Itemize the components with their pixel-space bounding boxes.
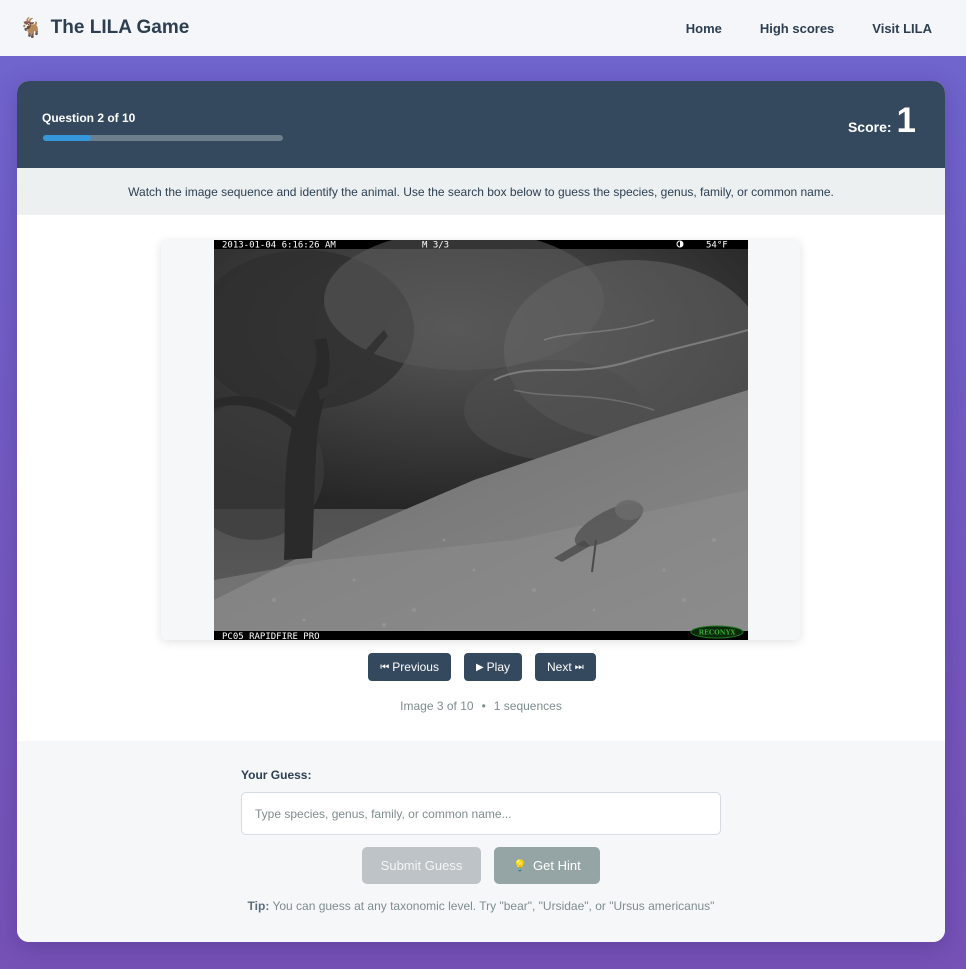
guess-buttons: Submit Guess 💡 Get Hint: [362, 847, 600, 884]
temperature-overlay: 54°F: [706, 241, 728, 251]
get-hint-button[interactable]: 💡 Get Hint: [494, 847, 600, 884]
instructions: Watch the image sequence and identify th…: [17, 168, 945, 215]
playback-controls: ⏮ Previous ▶ Play Next ⏭: [17, 653, 945, 681]
lightbulb-icon: 💡: [513, 860, 527, 872]
nav-link-home[interactable]: Home: [667, 21, 741, 36]
brand-title: The LILA Game: [50, 17, 190, 38]
meta-separator: •: [481, 699, 486, 713]
frame-overlay: M 3/3: [422, 241, 449, 251]
previous-label: Previous: [392, 660, 439, 674]
timestamp-overlay: 2013-01-04 6:16:26 AM: [222, 241, 336, 251]
score-value: 1: [896, 101, 916, 140]
score: Score: 1: [848, 103, 916, 138]
image-frame: 2013-01-04 6:16:26 AM M 3/3 54°F PC05 RA…: [161, 240, 800, 640]
guess-section: Your Guess: Submit Guess 💡 Get Hint Tip:…: [17, 741, 945, 942]
score-label: Score:: [847, 119, 892, 135]
play-label: Play: [486, 660, 511, 674]
previous-button[interactable]: ⏮ Previous: [368, 653, 451, 681]
skip-back-icon: ⏮: [380, 661, 390, 673]
game-header: Question 2 of 10 Score: 1: [17, 81, 945, 168]
guess-label: Your Guess:: [241, 768, 312, 782]
navbar: 🐐 The LILA Game Home High scores Visit L…: [0, 0, 966, 56]
reconyx-logo-text: RECONYX: [699, 629, 737, 637]
progress-fill: [43, 135, 91, 141]
guess-input[interactable]: [241, 792, 721, 835]
skip-forward-icon: ⏭: [574, 661, 584, 673]
reconyx-logo: RECONYX: [690, 625, 744, 639]
play-icon: ▶: [475, 661, 484, 673]
brand[interactable]: 🐐 The LILA Game: [19, 17, 189, 39]
play-button[interactable]: ▶ Play: [463, 653, 523, 681]
get-hint-label: Get Hint: [533, 858, 581, 873]
goat-icon: 🐐: [19, 17, 43, 39]
image-counter: Image 3 of 10: [400, 699, 474, 713]
nav-link-visit-lila[interactable]: Visit LILA: [853, 21, 932, 36]
image-viewer: 2013-01-04 6:16:26 AM M 3/3 54°F PC05 RA…: [17, 215, 945, 741]
camera-model-overlay: PC05 RAPIDFIRE PRO: [222, 632, 320, 640]
progress-bar: [43, 135, 283, 141]
next-button[interactable]: Next ⏭: [535, 653, 596, 681]
tip-label: Tip:: [247, 899, 270, 913]
nav-link-high-scores[interactable]: High scores: [741, 21, 853, 36]
submit-guess-button[interactable]: Submit Guess: [362, 847, 481, 884]
game-card: Question 2 of 10 Score: 1 Watch the imag…: [17, 81, 945, 942]
image-meta: Image 3 of 10 • 1 sequences: [17, 699, 945, 713]
camera-trap-image: 2013-01-04 6:16:26 AM M 3/3 54°F PC05 RA…: [214, 240, 748, 640]
question-counter: Question 2 of 10: [42, 111, 136, 125]
sequence-count: 1 sequences: [493, 699, 562, 713]
nav-links: Home High scores Visit LILA: [667, 21, 947, 36]
next-label: Next: [547, 660, 572, 674]
tip: Tip: You can guess at any taxonomic leve…: [17, 899, 945, 913]
moon-phase-icon: [676, 240, 684, 248]
tip-text: You can guess at any taxonomic level. Tr…: [269, 899, 715, 913]
